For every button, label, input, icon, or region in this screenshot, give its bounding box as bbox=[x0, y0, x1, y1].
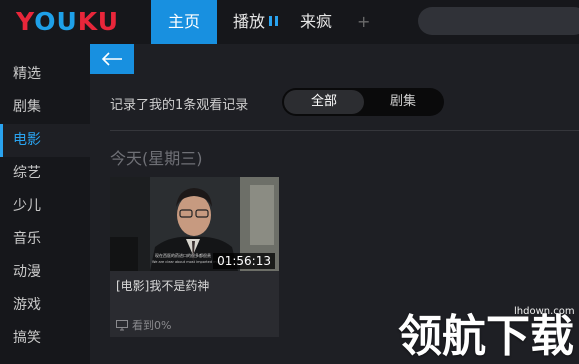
video-thumbnail[interactable]: 现在西医的药进口的很多都很贵 We are clear about most i… bbox=[110, 177, 279, 271]
back-arrow-icon bbox=[101, 52, 122, 66]
monitor-icon bbox=[116, 319, 128, 330]
top-bar: YOUKU 主页 播放 来疯 + bbox=[0, 0, 579, 44]
sidebar-item-variety[interactable]: 综艺 bbox=[0, 157, 90, 190]
sidebar-item-music[interactable]: 音乐 bbox=[0, 223, 90, 256]
logo-letter-y: Y bbox=[16, 7, 35, 36]
youku-logo[interactable]: YOUKU bbox=[16, 8, 119, 36]
tab-play-label: 播放 bbox=[233, 12, 266, 31]
sidebar-item-anime[interactable]: 动漫 bbox=[0, 256, 90, 289]
sidebar-item-featured[interactable]: 精选 bbox=[0, 58, 90, 91]
sidebar-item-games[interactable]: 游戏 bbox=[0, 289, 90, 322]
logo-letters-ou: OU bbox=[34, 7, 78, 36]
history-card[interactable]: 现在西医的药进口的很多都很贵 We are clear about most i… bbox=[110, 177, 279, 337]
logo-letters-ku: KU bbox=[77, 7, 120, 36]
sidebar-item-comedy[interactable]: 搞笑 bbox=[0, 322, 90, 355]
subtitle-cn: 现在西医的药进口的很多都很贵 bbox=[155, 252, 211, 258]
history-count-text: 记录了我的1条观看记录 bbox=[110, 98, 249, 113]
history-filter-toggle: 全部 剧集 bbox=[282, 88, 444, 116]
tab-laifeng[interactable]: 来疯 bbox=[300, 0, 332, 44]
site-watermark: lhdown.com 领航下载 bbox=[394, 306, 579, 364]
filter-series-button[interactable]: 剧集 bbox=[364, 90, 442, 114]
add-tab-icon[interactable]: + bbox=[357, 0, 370, 44]
sidebar-item-movies[interactable]: 电影 bbox=[0, 124, 90, 157]
sidebar-item-kids[interactable]: 少儿 bbox=[0, 190, 90, 223]
video-title[interactable]: [电影]我不是药神 bbox=[116, 277, 209, 294]
search-input[interactable] bbox=[418, 7, 579, 35]
video-duration: 01:56:13 bbox=[213, 253, 275, 269]
pause-icon bbox=[269, 15, 279, 26]
tab-play[interactable]: 播放 bbox=[233, 0, 279, 44]
watermark-text: 领航下载 bbox=[398, 311, 574, 362]
filter-all-button[interactable]: 全部 bbox=[284, 90, 364, 114]
back-button[interactable] bbox=[90, 44, 134, 74]
day-heading: 今天(星期三) bbox=[110, 149, 203, 168]
tab-home[interactable]: 主页 bbox=[151, 0, 217, 44]
watch-progress: 看到0% bbox=[116, 317, 171, 333]
watch-progress-text: 看到0% bbox=[132, 319, 172, 332]
sidebar-item-series[interactable]: 剧集 bbox=[0, 91, 90, 124]
sidebar: 精选 剧集 电影 综艺 少儿 音乐 动漫 游戏 搞笑 bbox=[0, 44, 90, 364]
divider bbox=[110, 130, 579, 131]
